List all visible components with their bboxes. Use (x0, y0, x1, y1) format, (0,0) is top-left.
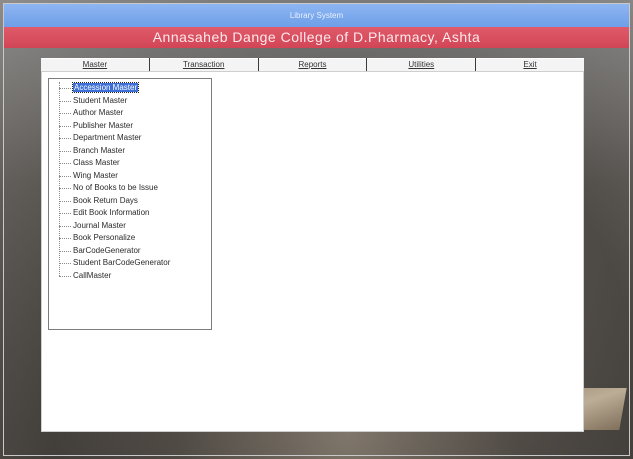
menu-exit-label: Exit (523, 60, 537, 69)
master-menu-tree: Accession Master Student Master Author M… (59, 82, 209, 282)
menu-item-class-master[interactable]: Class Master (59, 157, 209, 170)
menu-item-journal-master[interactable]: Journal Master (59, 220, 209, 233)
menu-master-label: Master (82, 60, 108, 69)
menu-exit[interactable]: Exit (476, 59, 584, 71)
menu-item-label: Book Return Days (73, 195, 138, 205)
menu-item-label: Publisher Master (73, 120, 134, 130)
menu-item-label: Student Master (73, 95, 128, 105)
menu-master[interactable]: Master (41, 59, 149, 71)
menu-item-accession-master[interactable]: Accession Master (59, 82, 209, 95)
menu-reports-label: Reports (298, 60, 327, 69)
menu-item-label: Accession Master (71, 82, 140, 93)
menu-item-call-master[interactable]: CallMaster (59, 270, 209, 283)
menu-item-branch-master[interactable]: Branch Master (59, 145, 209, 158)
menu-item-author-master[interactable]: Author Master (59, 107, 209, 120)
menu-item-label: Branch Master (73, 145, 126, 155)
master-dropdown-menu: Accession Master Student Master Author M… (48, 78, 212, 330)
menu-reports[interactable]: Reports (259, 59, 367, 71)
menu-utilities-label: Utilities (408, 60, 435, 69)
menu-item-label: Edit Book Information (73, 208, 150, 217)
menu-item-barcode-generator[interactable]: BarCodeGenerator (59, 245, 209, 258)
menu-item-books-to-issue[interactable]: No of Books to be Issue (59, 182, 209, 195)
menu-item-label: Journal Master (73, 220, 126, 230)
menu-item-label: Student BarCodeGenerator (73, 258, 171, 267)
menu-transaction[interactable]: Transaction (150, 59, 258, 71)
menu-item-book-return-days[interactable]: Book Return Days (59, 195, 209, 208)
menu-item-label: Department Master (73, 133, 142, 142)
menu-transaction-label: Transaction (182, 60, 225, 69)
college-banner: Annasaheb Dange College of D.Pharmacy, A… (4, 27, 629, 48)
menu-item-edit-book-information[interactable]: Edit Book Information (59, 207, 209, 220)
menu-item-department-master[interactable]: Department Master (59, 132, 209, 145)
college-name: Annasaheb Dange College of D.Pharmacy, A… (152, 29, 481, 45)
menu-item-publisher-master[interactable]: Publisher Master (59, 120, 209, 133)
menu-item-student-master[interactable]: Student Master (59, 95, 209, 108)
menu-item-label: Book Personalize (73, 233, 136, 242)
menu-item-label: CallMaster (73, 270, 112, 280)
menu-item-label: BarCodeGenerator (73, 245, 141, 255)
menu-item-book-personalize[interactable]: Book Personalize (59, 232, 209, 245)
menu-item-wing-master[interactable]: Wing Master (59, 170, 209, 183)
menu-utilities[interactable]: Utilities (367, 59, 475, 71)
menu-item-label: Author Master (73, 108, 124, 117)
menu-item-label: Wing Master (73, 170, 118, 180)
window-titlebar: Library System (4, 4, 629, 27)
menu-item-label: Class Master (73, 158, 120, 167)
menu-item-student-barcode-generator[interactable]: Student BarCodeGenerator (59, 257, 209, 270)
window-title: Library System (289, 11, 344, 20)
menu-item-label: No of Books to be Issue (73, 183, 158, 192)
main-menubar: Master Transaction Reports Utilities Exi… (41, 58, 584, 72)
